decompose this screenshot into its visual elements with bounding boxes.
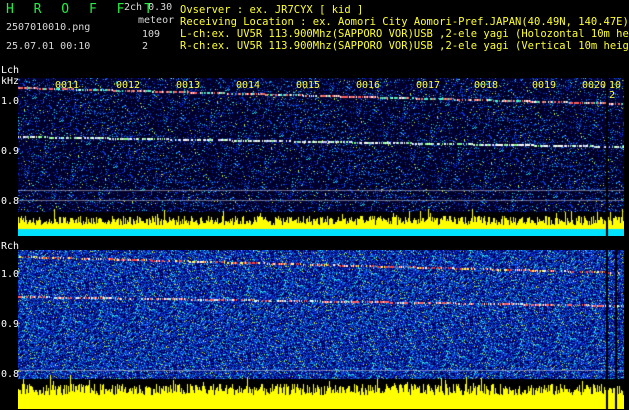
- time-tick-0011: 0011: [55, 80, 80, 91]
- time-tick-0016: 0016: [356, 80, 381, 91]
- khz-unit-label: kHz: [1, 76, 20, 87]
- time-tick-last: 10 2: [609, 80, 622, 101]
- rch-label: Rch: [1, 241, 20, 252]
- time-tick-0012: 0012: [116, 80, 141, 91]
- lch-ytick-3: 0.8: [1, 196, 20, 207]
- datetime-label: 25.07.01 00:10: [6, 41, 91, 52]
- rch-ytick-2: 0.9: [1, 319, 20, 330]
- time-tick-0017: 0017: [416, 80, 441, 91]
- rch-ytick-3: 0.8: [1, 369, 20, 380]
- time-tick-0014: 0014: [236, 80, 261, 91]
- lch-info: L-ch:ex. UV5R 113.900Mhz(SAPPORO VOR)USB…: [180, 28, 629, 40]
- lch-ytick-2: 0.9: [1, 146, 20, 157]
- time-tick-0019: 0019: [532, 80, 557, 91]
- time-tick-0013: 0013: [176, 80, 201, 91]
- location-info: Receiving Location : ex. Aomori City Aom…: [180, 16, 629, 28]
- rch-info: R-ch:ex. UV5R 113.900Mhz(SAPPORO VOR)USB…: [180, 40, 629, 52]
- lch-spectrogram: [18, 78, 624, 236]
- lch-label: Lch: [1, 65, 20, 76]
- count-l-label: 109: [142, 29, 161, 40]
- filename-label: 2507010010.png: [6, 22, 91, 33]
- time-tick-0020: 0020: [582, 80, 607, 91]
- time-tick-0018: 0018: [474, 80, 499, 91]
- mode-label: meteor: [138, 15, 175, 26]
- count-r-label: 2: [142, 41, 149, 52]
- rch-spectrogram: [18, 250, 624, 409]
- lch-ytick-1: 1.0: [1, 96, 20, 107]
- version-label: 2ch 0.30: [124, 2, 173, 13]
- rch-ytick-1: 1.0: [1, 269, 20, 280]
- observer-info: Ovserver : ex. JR7CYX [ kid ]: [180, 4, 364, 16]
- time-tick-0015: 0015: [296, 80, 321, 91]
